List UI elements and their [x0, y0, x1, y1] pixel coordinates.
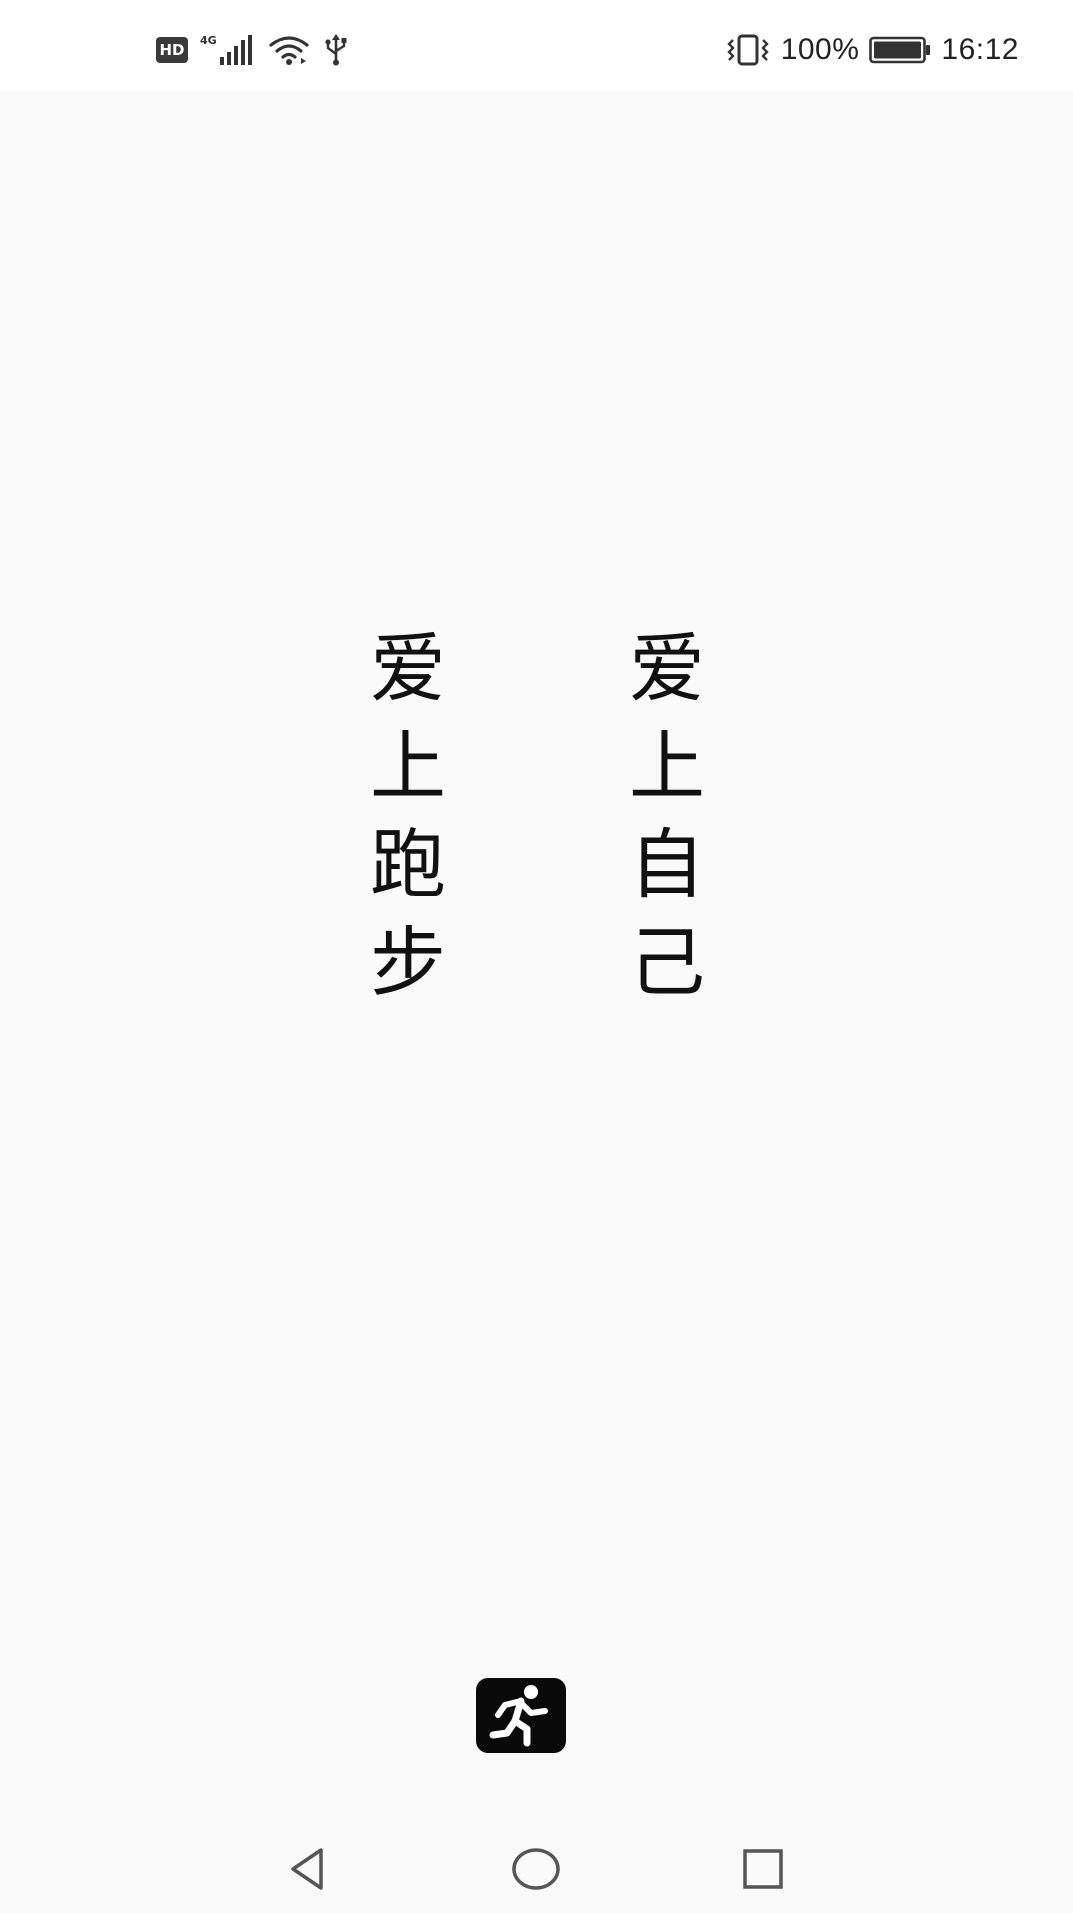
- slogan-char: 上: [370, 722, 446, 811]
- signal-icon: 4G: [200, 33, 256, 67]
- slogan-char: 爱: [370, 624, 446, 713]
- slogan-char: 己: [629, 918, 705, 1007]
- app-logo: [476, 1678, 566, 1753]
- slogan-char: 步: [370, 918, 446, 1007]
- status-bar: HD 4G 100% 16:12: [0, 0, 1073, 90]
- hd-icon: HD: [156, 37, 188, 63]
- status-bar-left: HD 4G: [156, 30, 350, 70]
- status-time: 16:12: [941, 33, 1019, 66]
- back-icon: [291, 1848, 323, 1890]
- recent-apps-icon: [743, 1849, 783, 1889]
- slogan-char: 爱: [629, 624, 705, 713]
- slogan-right-column: 爱 上 自 己: [629, 620, 705, 1012]
- home-button[interactable]: [506, 1839, 566, 1899]
- navigation-bar: [0, 1825, 1073, 1913]
- vibrate-icon: [725, 34, 771, 66]
- usb-icon: [322, 34, 350, 66]
- status-bar-right: 100% 16:12: [725, 28, 1019, 72]
- battery-percent: 100%: [780, 33, 860, 66]
- slogan-char: 上: [629, 722, 705, 811]
- battery-icon: [869, 36, 931, 64]
- slogan: 爱 上 跑 步 爱 上 自 己: [370, 620, 705, 1012]
- slogan-left-column: 爱 上 跑 步: [370, 620, 446, 1012]
- slogan-char: 自: [629, 820, 705, 909]
- recent-apps-button[interactable]: [733, 1839, 793, 1899]
- slogan-char: 跑: [370, 820, 446, 909]
- splash-screen: HD 4G 100% 16:12 爱 上 跑 步 爱 上 自 己: [0, 0, 1073, 1913]
- running-person-icon: [489, 1684, 548, 1746]
- wifi-icon: [268, 34, 310, 66]
- back-button[interactable]: [278, 1839, 338, 1899]
- home-icon: [512, 1848, 560, 1890]
- network-type-label: 4G: [200, 34, 217, 47]
